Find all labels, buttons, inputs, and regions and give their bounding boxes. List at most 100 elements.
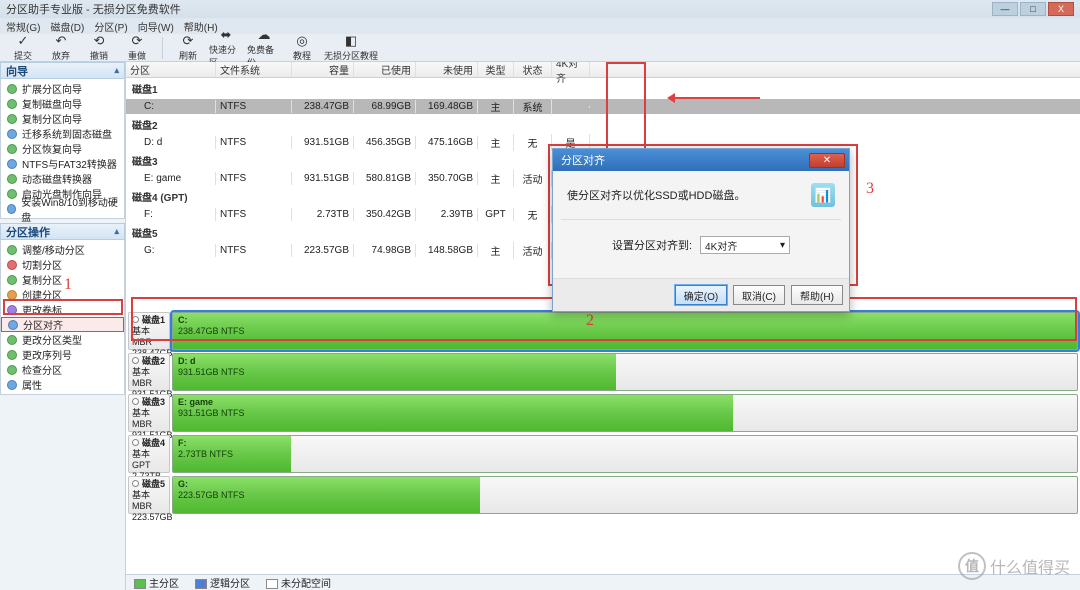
cell-name: E: game <box>126 172 216 185</box>
bullet-icon <box>7 305 17 315</box>
bullet-icon <box>7 204 16 214</box>
close-button[interactable]: X <box>1048 2 1074 16</box>
nav-属性[interactable]: 属性 <box>1 377 124 392</box>
menu-partition[interactable]: 分区(P) <box>94 19 127 34</box>
collapse-icon[interactable]: ▴ <box>114 65 119 76</box>
cell-free: 169.48GB <box>416 100 478 113</box>
disk-label[interactable]: 磁盘4基本 GPT2.73TB <box>128 435 170 473</box>
toolbar-重做[interactable]: ⟳重做 <box>120 33 154 62</box>
col-status[interactable]: 状态 <box>514 62 552 77</box>
col-used[interactable]: 已使用 <box>354 62 416 77</box>
col-align[interactable]: 4K对齐 <box>552 62 590 77</box>
nav-切割分区[interactable]: 切割分区 <box>1 257 124 272</box>
col-type[interactable]: 类型 <box>478 62 514 77</box>
ok-button[interactable]: 确定(O) <box>675 285 727 305</box>
nav-分区对齐[interactable]: 分区对齐 <box>1 317 124 332</box>
panel-wizard-title: 向导 <box>6 63 28 79</box>
maximize-button[interactable]: □ <box>1020 2 1046 16</box>
nav-复制分区[interactable]: 复制分区 <box>1 272 124 287</box>
bullet-icon <box>7 350 17 360</box>
cell-status: 系统 <box>514 98 552 115</box>
disk-label[interactable]: 磁盘5基本 MBR223.57GB <box>128 476 170 514</box>
bullet-icon <box>7 380 17 390</box>
bar-label: E: game <box>178 397 213 408</box>
toolbar-提交[interactable]: ✓提交 <box>6 33 40 62</box>
disk-label[interactable]: 磁盘2基本 MBR931.51GB <box>128 353 170 391</box>
menu-disk[interactable]: 磁盘(D) <box>50 19 84 34</box>
toolbar-icon: ✓ <box>15 33 31 49</box>
led-icon <box>132 398 139 405</box>
minimize-button[interactable]: — <box>992 2 1018 16</box>
toolbar-icon: ↶ <box>53 33 69 49</box>
bar-label: F: <box>178 438 187 449</box>
panel-wizard-head[interactable]: 向导 ▴ <box>0 62 125 79</box>
nav-扩展分区向导[interactable]: 扩展分区向导 <box>1 81 124 96</box>
cell-type: 主 <box>478 242 514 259</box>
nav-更改卷标[interactable]: 更改卷标 <box>1 302 124 317</box>
nav-创建分区[interactable]: 创建分区 <box>1 287 124 302</box>
col-cap[interactable]: 容量 <box>292 62 354 77</box>
window-buttons: — □ X <box>992 2 1074 16</box>
toolbar-撤销[interactable]: ⟲撤销 <box>82 33 116 62</box>
col-fs[interactable]: 文件系统 <box>216 62 292 77</box>
disk-bar[interactable]: D: d931.51GB NTFS <box>172 353 1078 391</box>
disk-group[interactable]: 磁盘2 <box>126 114 1080 135</box>
nav-分区恢复向导[interactable]: 分区恢复向导 <box>1 141 124 156</box>
annotation-1: 1 <box>64 276 72 294</box>
col-name[interactable]: 分区 <box>126 62 216 77</box>
nav-更改分区类型[interactable]: 更改分区类型 <box>1 332 124 347</box>
cancel-button[interactable]: 取消(C) <box>733 285 785 305</box>
chart-icon: 📊 <box>811 183 835 207</box>
nav-检查分区[interactable]: 检查分区 <box>1 362 124 377</box>
nav-复制分区向导[interactable]: 复制分区向导 <box>1 111 124 126</box>
nav-label: 分区恢复向导 <box>22 141 82 156</box>
nav-NTFS与FAT32转换器[interactable]: NTFS与FAT32转换器 <box>1 156 124 171</box>
nav-复制磁盘向导[interactable]: 复制磁盘向导 <box>1 96 124 111</box>
nav-动态磁盘转换器[interactable]: 动态磁盘转换器 <box>1 171 124 186</box>
col-free[interactable]: 未使用 <box>416 62 478 77</box>
bar-label: C: <box>178 315 188 326</box>
cell-cap: 931.51GB <box>292 172 354 185</box>
disk-bar[interactable]: G:223.57GB NTFS <box>172 476 1078 514</box>
menu-general[interactable]: 常规(G) <box>6 19 40 34</box>
align-select[interactable]: 4K对齐 ▾ <box>700 236 790 254</box>
disk-bar[interactable]: C:238.47GB NTFS <box>172 312 1078 350</box>
cell-fs: NTFS <box>216 208 292 221</box>
disk-group[interactable]: 磁盘1 <box>126 78 1080 99</box>
bar-label: G: <box>178 479 188 490</box>
toolbar-教程[interactable]: ◎教程 <box>285 33 319 62</box>
disk-bars: 磁盘1基本 MBR238.47GBC:238.47GB NTFS磁盘2基本 MB… <box>126 310 1080 574</box>
dialog-close-button[interactable]: ✕ <box>809 153 845 168</box>
nav-label: 属性 <box>22 377 42 392</box>
help-button[interactable]: 帮助(H) <box>791 285 843 305</box>
bar-sub: 223.57GB NTFS <box>178 490 245 500</box>
nav-迁移系统到固态磁盘[interactable]: 迁移系统到固态磁盘 <box>1 126 124 141</box>
dialog-buttons: 确定(O) 取消(C) 帮助(H) <box>553 278 849 311</box>
disk-bar[interactable]: F:2.73TB NTFS <box>172 435 1078 473</box>
disk-bar[interactable]: E: game931.51GB NTFS <box>172 394 1078 432</box>
main: 向导 ▴ 扩展分区向导复制磁盘向导复制分区向导迁移系统到固态磁盘分区恢复向导NT… <box>0 62 1080 590</box>
nav-label: 复制分区 <box>22 272 62 287</box>
nav-更改序列号[interactable]: 更改序列号 <box>1 347 124 362</box>
nav-label: 扩展分区向导 <box>22 81 82 96</box>
toolbar-label: 重做 <box>128 49 146 62</box>
panel-ops-head[interactable]: 分区操作 ▴ <box>0 223 125 240</box>
toolbar-刷新[interactable]: ⟳刷新 <box>171 33 205 62</box>
nav-安装Win8/10到移动硬盘[interactable]: 安装Win8/10到移动硬盘 <box>1 201 124 216</box>
nav-调整/移动分区[interactable]: 调整/移动分区 <box>1 242 124 257</box>
toolbar-无损分区教程[interactable]: ◧无损分区教程 <box>323 33 379 62</box>
cell-status: 无 <box>514 134 552 151</box>
bullet-icon <box>7 290 17 300</box>
disk-label[interactable]: 磁盘3基本 MBR931.51GB <box>128 394 170 432</box>
cell-used: 580.81GB <box>354 172 416 185</box>
nav-label: NTFS与FAT32转换器 <box>22 156 117 171</box>
menu-wizard[interactable]: 向导(W) <box>138 19 174 34</box>
sidebar: 向导 ▴ 扩展分区向导复制磁盘向导复制分区向导迁移系统到固态磁盘分区恢复向导NT… <box>0 62 126 590</box>
partition-row[interactable]: C:NTFS238.47GB68.99GB169.48GB主系统 <box>126 99 1080 114</box>
toolbar-放弃[interactable]: ↶放弃 <box>44 33 78 62</box>
disk-label[interactable]: 磁盘1基本 MBR238.47GB <box>128 312 170 350</box>
dialog-titlebar[interactable]: 分区对齐 ✕ <box>553 149 849 171</box>
partition-table-header: 分区 文件系统 容量 已使用 未使用 类型 状态 4K对齐 <box>126 62 1080 78</box>
chevron-down-icon: ▾ <box>780 240 785 251</box>
collapse-icon[interactable]: ▴ <box>114 226 119 237</box>
